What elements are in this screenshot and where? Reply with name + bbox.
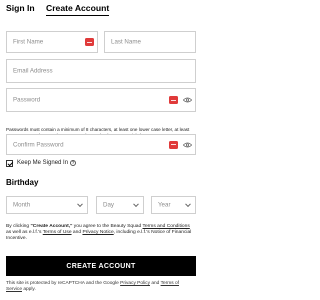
tab-sign-in[interactable]: Sign In xyxy=(6,3,35,14)
legal-prefix: By clicking xyxy=(6,224,31,229)
confirm-password-placeholder: Confirm Password xyxy=(13,141,64,148)
month-select[interactable]: Month xyxy=(6,196,88,214)
keep-signed-in-row: Keep Me Signed In ? xyxy=(6,159,77,167)
email-placeholder: Email Address xyxy=(13,67,53,75)
chevron-down-icon xyxy=(185,201,191,208)
first-name-input[interactable]: First Name xyxy=(6,31,98,53)
terms-of-use-link[interactable]: Terms of Use xyxy=(43,230,72,235)
google-privacy-policy-link[interactable]: Privacy Policy xyxy=(120,281,150,286)
month-placeholder: Month xyxy=(13,201,31,209)
legal-middle: you agree to the Beauty Squad xyxy=(72,224,143,229)
keep-signed-in-checkbox[interactable] xyxy=(6,159,13,167)
legal-and: and xyxy=(71,230,83,236)
privacy-notice-link[interactable]: Privacy Notice xyxy=(82,230,113,235)
day-placeholder: Day xyxy=(103,201,115,209)
keep-signed-in-label: Keep Me Signed In xyxy=(17,160,69,166)
year-placeholder: Year xyxy=(158,201,171,209)
recaptcha-and: and xyxy=(149,281,161,286)
info-icon[interactable]: ? xyxy=(70,160,77,166)
recaptcha-notice: This site is protected by reCAPTCHA and … xyxy=(6,281,196,293)
recaptcha-suffix: apply. xyxy=(22,287,36,292)
eye-icon[interactable] xyxy=(183,142,192,148)
password-manager-icon[interactable] xyxy=(85,38,94,46)
eye-icon[interactable] xyxy=(183,97,192,103)
last-name-input[interactable]: Last Name xyxy=(104,31,196,53)
email-input[interactable]: Email Address xyxy=(6,59,196,83)
year-select[interactable]: Year xyxy=(151,196,196,214)
recaptcha-prefix: This site is protected by reCAPTCHA and … xyxy=(6,281,121,286)
password-input[interactable]: Password xyxy=(6,88,196,112)
chevron-down-icon xyxy=(133,201,139,208)
auth-tabs: Sign In Create Account xyxy=(6,3,196,17)
birthday-heading: Birthday xyxy=(6,178,39,187)
password-manager-icon[interactable] xyxy=(169,96,178,104)
legal-consent-text: By clicking "Create Account," you agree … xyxy=(6,224,196,242)
tab-create-account[interactable]: Create Account xyxy=(46,3,110,16)
password-manager-icon[interactable] xyxy=(169,140,178,149)
first-name-placeholder: First Name xyxy=(13,38,44,46)
legal-cta-quote: "Create Account," xyxy=(30,224,73,229)
password-placeholder: Password xyxy=(13,96,41,104)
legal-as-well-as: as well as e.l.f.'s xyxy=(6,230,43,236)
create-account-button[interactable]: CREATE ACCOUNT xyxy=(6,256,196,276)
last-name-placeholder: Last Name xyxy=(111,38,141,46)
terms-and-conditions-link[interactable]: Terms and Conditions xyxy=(143,224,190,229)
confirm-password-input[interactable]: Confirm Password xyxy=(6,134,196,155)
chevron-down-icon xyxy=(77,201,83,208)
day-select[interactable]: Day xyxy=(96,196,144,214)
